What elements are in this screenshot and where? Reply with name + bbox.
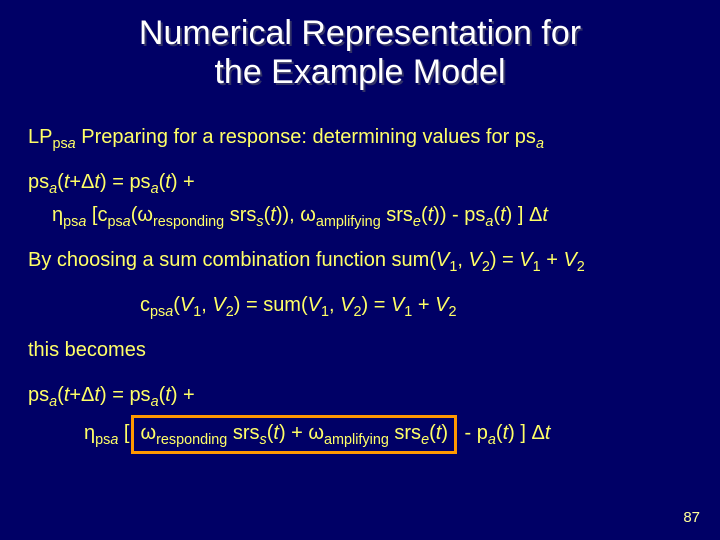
eq1b-tail: ) ] Δ bbox=[506, 204, 543, 226]
eq3b-srs-e-paren: ( bbox=[429, 422, 436, 444]
eq2-c-sub: ps bbox=[150, 304, 165, 320]
eq1-a: a bbox=[49, 181, 57, 197]
eq3-ps: ps bbox=[28, 384, 49, 406]
eq1b-srs-e-sub: e bbox=[413, 214, 421, 230]
equation-3-rhs: ηpsa [ωresponding srss(t) + ωamplifying … bbox=[28, 415, 692, 454]
eq1b-srs-s: srs bbox=[224, 204, 256, 226]
sum-intro-v2b: V bbox=[563, 249, 576, 271]
eq2-v2b: V bbox=[340, 294, 353, 316]
eq1b-srs-e-paren: ( bbox=[421, 204, 428, 226]
highlighted-box: ωresponding srss(t) + ωamplifying srse(t… bbox=[131, 415, 457, 454]
page-number: 87 bbox=[683, 509, 700, 526]
eq1b-open: [c bbox=[86, 204, 107, 226]
slide-body: LPpsa Preparing for a response: determin… bbox=[0, 92, 720, 454]
sum-intro-c: , bbox=[457, 249, 468, 271]
eq3-a: a bbox=[49, 394, 57, 410]
eq3b-minus-p: - p bbox=[459, 422, 488, 444]
eq1b-w1-sub: responding bbox=[153, 214, 224, 230]
eq3b-eta: η bbox=[84, 422, 95, 444]
eq3-rhs-a: a bbox=[151, 394, 159, 410]
eq3b-outer-open: [ bbox=[118, 422, 129, 444]
eq3b-tail: ) ] Δ bbox=[508, 422, 545, 444]
eq2-2c: 2 bbox=[448, 304, 456, 320]
eq3-paren: ( bbox=[57, 384, 64, 406]
sum-intro-2b: 2 bbox=[577, 259, 585, 275]
eq2-v2: V bbox=[212, 294, 225, 316]
sum-intro: By choosing a sum combination function s… bbox=[28, 247, 692, 274]
eq1b-tail-t: t bbox=[542, 204, 548, 226]
eq1b-eta-sub: ps bbox=[63, 214, 78, 230]
eq3b-srs-s: srs bbox=[227, 422, 259, 444]
this-becomes: this becomes bbox=[28, 337, 692, 364]
eq3-plus-dt: +Δ bbox=[69, 384, 94, 406]
eq1b-c-sub-a: a bbox=[123, 214, 131, 230]
eq3b-srs-s-close: ) + ω bbox=[279, 422, 324, 444]
eq2-v1b: V bbox=[308, 294, 321, 316]
eq1b-srs-s-close: )), ω bbox=[276, 204, 316, 226]
eq3b-w2-sub: amplifying bbox=[324, 432, 389, 448]
eq1b-c-sub: ps bbox=[107, 214, 122, 230]
eq3b-srs-e: srs bbox=[389, 422, 421, 444]
eq1-rhs-a: a bbox=[151, 181, 159, 197]
sum-intro-v1: V bbox=[436, 249, 449, 271]
equation-1-rhs: ηpsa [cpsa(ωresponding srss(t)), ωamplif… bbox=[28, 202, 692, 229]
eq2-v2c: V bbox=[435, 294, 448, 316]
eq2-v1: V bbox=[180, 294, 193, 316]
equation-1-lhs: psa(t+Δt) = psa(t) + bbox=[28, 169, 692, 196]
eq3-rhs-close: ) + bbox=[171, 384, 195, 406]
sum-intro-b: ) = bbox=[490, 249, 519, 271]
title-line-1: Numerical Representation for bbox=[139, 14, 581, 52]
eq3b-w1: ω bbox=[140, 422, 156, 444]
lp-tail-a: a bbox=[536, 136, 544, 152]
eq3b-srs-e-sub: e bbox=[421, 432, 429, 448]
lp-prefix: LP bbox=[28, 126, 52, 148]
eq2-p2: + bbox=[412, 294, 435, 316]
eq2-c1: , bbox=[201, 294, 212, 316]
eq1b-srs-e: srs bbox=[381, 204, 413, 226]
eq1b-eta: η bbox=[52, 204, 63, 226]
eq3b-p-paren: ( bbox=[496, 422, 503, 444]
eq3b-srs-s-sub: s bbox=[260, 432, 267, 448]
eq2-open: ( bbox=[173, 294, 180, 316]
eq2-c: c bbox=[140, 294, 150, 316]
eq1-close-eq: ) = ps bbox=[100, 171, 151, 193]
sum-intro-v1b: V bbox=[519, 249, 532, 271]
eq1b-w2-sub: amplifying bbox=[316, 214, 381, 230]
lp-line: LPpsa Preparing for a response: determin… bbox=[28, 124, 692, 151]
slide-title: Numerical Representation for the Example… bbox=[0, 0, 720, 92]
equation-2: cpsa(V1, V2) = sum(V1, V2) = V1 + V2 bbox=[28, 292, 692, 319]
eq3-close-eq: ) = ps bbox=[100, 384, 151, 406]
eq3b-eta-sub: ps bbox=[95, 432, 110, 448]
eq2-mid: ) = sum( bbox=[234, 294, 308, 316]
eq2-eq2: ) = bbox=[361, 294, 390, 316]
eq3b-srs-e-close: ) bbox=[441, 422, 448, 444]
lp-rest: Preparing for a response: determining va… bbox=[76, 126, 536, 148]
eq1-ps: ps bbox=[28, 171, 49, 193]
eq3b-w1-sub: responding bbox=[156, 432, 227, 448]
eq1b-srs-e-close: )) - ps bbox=[433, 204, 485, 226]
eq1-rhs-close: ) + bbox=[171, 171, 195, 193]
equation-3-lhs: psa(t+Δt) = psa(t) + bbox=[28, 382, 692, 409]
eq2-v1c: V bbox=[391, 294, 404, 316]
eq2-2: 2 bbox=[226, 304, 234, 320]
title-line-2: the Example Model bbox=[214, 53, 505, 91]
sum-intro-1b: 1 bbox=[533, 259, 541, 275]
sum-intro-v2: V bbox=[468, 249, 481, 271]
lp-sub-a: a bbox=[68, 136, 76, 152]
lp-sub-ps: ps bbox=[52, 136, 67, 152]
eq3b-tail-t: t bbox=[545, 422, 551, 444]
eq3b-p-a: a bbox=[488, 432, 496, 448]
eq1b-w1: (ω bbox=[131, 204, 153, 226]
eq2-c2: , bbox=[329, 294, 340, 316]
eq1-paren: ( bbox=[57, 171, 64, 193]
sum-intro-2: 2 bbox=[482, 259, 490, 275]
sum-intro-p: + bbox=[541, 249, 564, 271]
eq2-1b: 1 bbox=[321, 304, 329, 320]
eq1b-srs-s-sub: s bbox=[256, 214, 263, 230]
sum-intro-a: By choosing a sum combination function s… bbox=[28, 249, 436, 271]
eq1-plus-dt: +Δ bbox=[69, 171, 94, 193]
